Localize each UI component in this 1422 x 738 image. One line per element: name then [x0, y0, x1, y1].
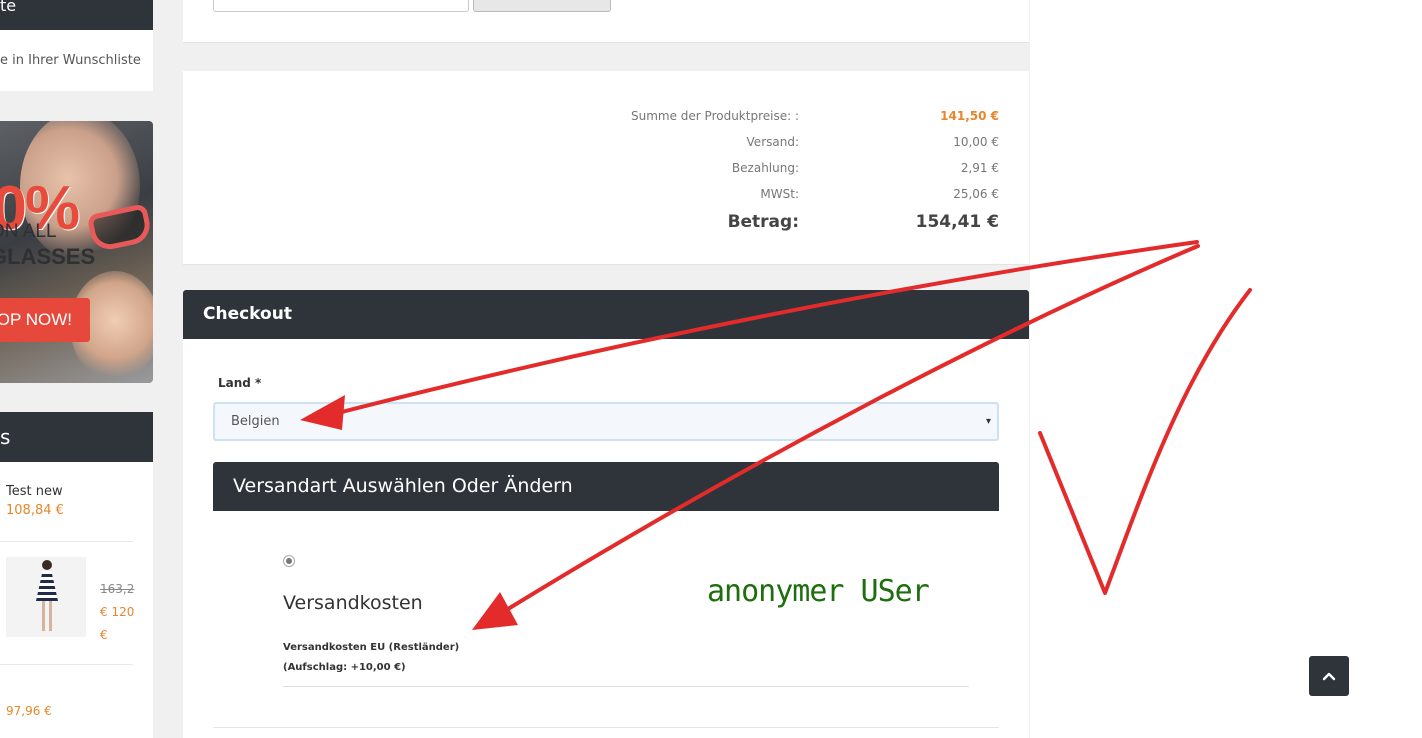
- coupon-input[interactable]: [213, 0, 469, 12]
- totals-value: 141,50 €: [940, 109, 999, 123]
- order-totals: Summe der Produktpreise: : 141,50 € Vers…: [183, 71, 1029, 265]
- totals-value: 10,00 €: [953, 135, 999, 149]
- totals-label: Versand:: [746, 135, 799, 149]
- product-new-price-currency: €: [100, 628, 108, 642]
- wishlist-body: e in Ihrer Wunschliste: [0, 30, 153, 91]
- products-header: s: [0, 412, 153, 462]
- chevron-up-icon: [1322, 672, 1336, 681]
- product-new-price: € 120: [100, 605, 135, 619]
- product-price: 97,96 €: [6, 704, 52, 718]
- thumbnail-figure-dress: [36, 571, 58, 601]
- page: te e in Ihrer Wunschliste 50% ON ALL GLA…: [0, 0, 1422, 738]
- shipping-option-title: Versandkosten: [283, 592, 423, 614]
- coupon-card: [183, 0, 1029, 43]
- shipping-option-desc-line1: Versandkosten EU (Restländer): [283, 642, 460, 653]
- scroll-to-top-button[interactable]: [1309, 656, 1349, 696]
- product-name[interactable]: Test new: [6, 484, 63, 499]
- country-select[interactable]: Belgien ▾: [213, 402, 999, 441]
- total-label: Betrag:: [727, 212, 799, 232]
- banner-line2: GLASSES: [0, 244, 96, 269]
- promo-banner[interactable]: 50% ON ALL GLASSES OP NOW!: [0, 121, 153, 383]
- country-select-value: Belgien: [231, 414, 280, 429]
- checkout-title: Checkout: [183, 290, 1029, 339]
- divider: [283, 686, 969, 687]
- totals-value: 25,06 €: [953, 187, 999, 201]
- coupon-apply-button[interactable]: [473, 0, 611, 12]
- shipping-method-title: Versandart Auswählen Oder Ändern: [213, 462, 999, 511]
- thumbnail-figure-head: [42, 560, 52, 570]
- wishlist-title: te: [0, 0, 17, 15]
- totals-label: Bezahlung:: [731, 161, 799, 175]
- annotation-text: anonymer USer: [707, 574, 930, 609]
- shipping-option-desc-line2: (Aufschlag: +10,00 €): [283, 662, 406, 673]
- products-list: Test new 108,84 € 163,2 € 120 € 97,96 €: [0, 462, 153, 738]
- product-item[interactable]: Test new 108,84 €: [6, 484, 64, 518]
- wishlist-text: e in Ihrer Wunschliste: [0, 53, 141, 68]
- shipping-option-description: Versandkosten EU (Restländer) (Aufschlag…: [283, 638, 459, 678]
- checkout-card: Checkout Land * Belgien ▾ Versandart Aus…: [183, 290, 1029, 738]
- banner-line1: ON ALL: [0, 221, 57, 242]
- right-background: [1030, 0, 1422, 738]
- divider: [0, 541, 133, 542]
- product-thumbnail[interactable]: [6, 557, 86, 637]
- divider: [0, 664, 133, 665]
- products-title: s: [0, 425, 11, 449]
- product-price: 108,84 €: [6, 503, 64, 518]
- shipping-option-radio[interactable]: [283, 555, 295, 567]
- thumbnail-figure-legs: [42, 601, 52, 631]
- totals-value: 2,91 €: [960, 161, 999, 175]
- product-old-price: 163,2: [100, 582, 135, 596]
- select-caret-icon: ▾: [985, 416, 991, 427]
- shop-now-button[interactable]: OP NOW!: [0, 298, 90, 342]
- country-label: Land *: [218, 376, 262, 390]
- totals-label: Summe der Produktpreise: :: [631, 109, 799, 123]
- total-value: 154,41 €: [915, 212, 999, 232]
- totals-label: MWSt:: [760, 187, 799, 201]
- wishlist-header: te: [0, 0, 153, 30]
